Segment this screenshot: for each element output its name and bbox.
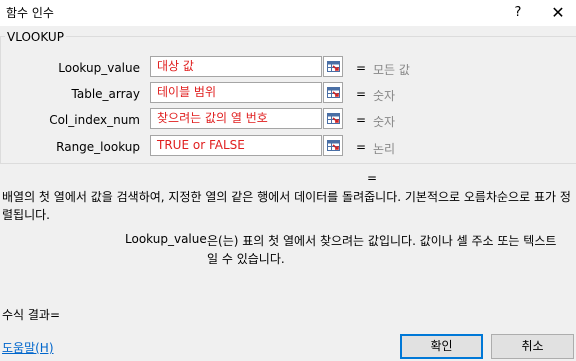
range-select-button-range-lookup[interactable] — [323, 135, 343, 156]
group-title: VLOOKUP — [5, 30, 66, 44]
arg-label-col-index-num: Col_index_num — [49, 113, 140, 127]
range-select-icon — [327, 87, 340, 98]
range-select-icon — [327, 61, 340, 72]
cancel-button[interactable]: 취소 — [491, 334, 574, 359]
range-select-icon — [327, 113, 340, 124]
arg-equals: = — [356, 87, 367, 101]
arg-result-table-array: 숫자 — [373, 89, 396, 103]
range-select-button-lookup-value[interactable] — [323, 56, 343, 77]
arg-result-lookup-value: 모든 값 — [373, 63, 410, 77]
arg-label-lookup-value: Lookup_value — [58, 61, 140, 75]
range-select-button-table-array[interactable] — [323, 82, 343, 103]
help-link[interactable]: 도움말(H) — [2, 339, 54, 356]
arg-equals: = — [356, 113, 367, 127]
ok-button[interactable]: 확인 — [400, 334, 483, 359]
arg-label-range-lookup: Range_lookup — [56, 140, 140, 154]
arg-description-name: Lookup_value — [125, 232, 207, 246]
function-result-equals: = — [367, 171, 378, 185]
function-description: 배열의 첫 열에서 값을 검색하여, 지정한 열의 같은 행에서 데이터를 돌려… — [2, 190, 571, 222]
arg-input-table-array[interactable]: 테이블 범위 — [150, 82, 322, 103]
close-icon[interactable]: ✕ — [546, 3, 570, 23]
arg-input-col-index-num[interactable]: 찾으려는 값의 열 번호 — [150, 108, 322, 129]
arg-description-text: 은(는) 표의 첫 열에서 찾으려는 값입니다. 값이나 셀 주소 또는 텍스트… — [207, 234, 557, 266]
formula-result: 수식 결과= — [2, 308, 61, 322]
arg-equals: = — [356, 61, 367, 75]
title-bar: 함수 인수 ? ✕ — [0, 0, 576, 26]
arg-equals: = — [356, 140, 367, 154]
help-question-icon[interactable]: ? — [508, 3, 528, 23]
range-select-button-col-index-num[interactable] — [323, 108, 343, 129]
range-select-icon — [327, 140, 340, 151]
arg-input-range-lookup[interactable]: TRUE or FALSE — [150, 135, 322, 156]
arg-result-range-lookup: 논리 — [373, 142, 396, 156]
arg-input-lookup-value[interactable]: 대상 값 — [150, 56, 322, 77]
arg-label-table-array: Table_array — [71, 87, 141, 101]
window-title: 함수 인수 — [6, 6, 54, 20]
arg-result-col-index-num: 숫자 — [373, 115, 396, 129]
